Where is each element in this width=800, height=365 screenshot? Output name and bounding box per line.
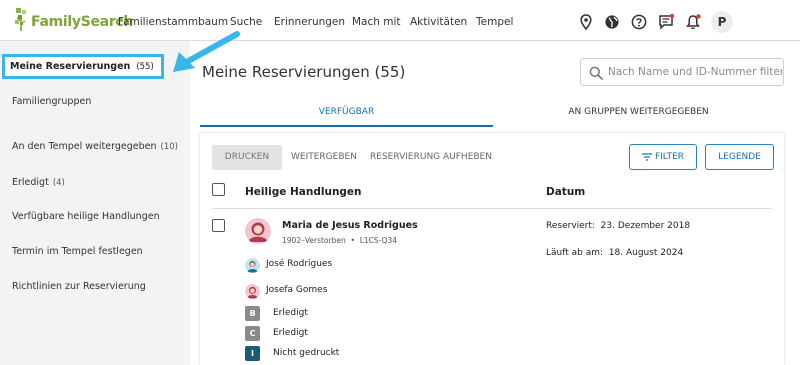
confirmation-badge: C xyxy=(245,326,260,341)
tab-an-gruppen-weitergegeben[interactable]: AN GRUPPEN WEITERGEGEBEN xyxy=(493,100,784,127)
sidebar: Familiengruppen An den Tempel weitergege… xyxy=(0,41,190,365)
initiatory-badge: I xyxy=(245,346,260,361)
nav-item-familienstammbaum[interactable]: Familienstammbaum xyxy=(118,16,228,28)
expires-date-line: Läuft ab am: 18. August 2024 xyxy=(546,248,683,258)
sidebar-item-erledigt[interactable]: Erledigt (4) xyxy=(12,177,65,188)
sidebar-item-count: (4) xyxy=(52,178,65,188)
tab-verfuegbar[interactable]: VERFÜGBAR xyxy=(200,100,493,127)
confirmation-status[interactable]: Erledigt xyxy=(273,328,308,338)
sidebar-item-label: Richtlinien zur Reservierung xyxy=(12,281,146,292)
column-header-date: Datum xyxy=(546,186,586,198)
sidebar-item-label: Meine Reservierungen xyxy=(10,61,131,72)
globe-icon[interactable] xyxy=(604,14,620,30)
person-id[interactable]: L1CS-Q34 xyxy=(360,236,397,245)
search-input[interactable] xyxy=(608,63,782,81)
map-pin-icon[interactable] xyxy=(578,14,594,30)
messages-icon[interactable] xyxy=(658,14,674,30)
filter-icon xyxy=(641,152,652,161)
tab-bar: VERFÜGBAR AN GRUPPEN WEITERGEGEBEN xyxy=(200,100,784,128)
baptism-badge: B xyxy=(245,306,260,321)
reserved-date: 23. Dezember 2018 xyxy=(600,221,691,231)
unreserve-button[interactable]: RESERVIERUNG AUFHEBEN xyxy=(370,152,492,162)
select-all-checkbox[interactable] xyxy=(212,183,225,196)
help-icon[interactable] xyxy=(631,14,647,30)
filter-button[interactable]: FILTER xyxy=(629,144,697,170)
sidebar-item-label: Familiengruppen xyxy=(12,96,92,107)
sidebar-item-meine-reservierungen[interactable]: Meine Reservierungen (55) xyxy=(2,54,164,79)
person-lifespan: 1902–Verstorben xyxy=(282,236,346,245)
user-avatar[interactable]: P xyxy=(711,11,733,33)
sidebar-item-label: Termin im Tempel festlegen xyxy=(12,246,143,257)
father-name[interactable]: José Rodrigues xyxy=(266,259,332,269)
expires-label: Läuft ab am: xyxy=(546,248,604,258)
sidebar-item-count: (10) xyxy=(160,142,178,152)
sidebar-item-label: An den Tempel weitergegeben xyxy=(12,141,157,152)
record-checkbox[interactable] xyxy=(212,219,225,232)
female-portrait-icon xyxy=(245,284,260,299)
female-portrait-icon xyxy=(245,218,271,244)
reserved-date-line: Reserviert: 23. Dezember 2018 xyxy=(546,221,690,231)
reservations-panel: DRUCKEN WEITERGEBEN RESERVIERUNG AUFHEBE… xyxy=(200,133,784,365)
header-divider xyxy=(212,208,772,209)
initiatory-status[interactable]: Nicht gedruckt xyxy=(273,348,339,358)
mother-name[interactable]: Josefa Gomes xyxy=(266,285,327,295)
sidebar-item-familiengruppen[interactable]: Familiengruppen xyxy=(12,96,91,107)
sidebar-item-verfuegbare-handlungen[interactable]: Verfügbare heilige Handlungen xyxy=(12,211,160,222)
person-name[interactable]: Maria de Jesus Rodrigues xyxy=(282,220,418,231)
sidebar-item-termin-im-tempel[interactable]: Termin im Tempel festlegen xyxy=(12,246,143,257)
sidebar-item-label: Erledigt xyxy=(12,177,49,188)
print-button[interactable]: DRUCKEN xyxy=(212,145,282,170)
search-box[interactable] xyxy=(580,58,784,86)
male-portrait-icon xyxy=(245,258,260,273)
sidebar-item-count: (55) xyxy=(136,62,154,72)
person-meta: 1902–Verstorben • L1CS-Q34 xyxy=(282,236,398,245)
sidebar-item-label: Verfügbare heilige Handlungen xyxy=(12,211,160,222)
nav-item-aktivitaeten[interactable]: Aktivitäten xyxy=(410,16,467,28)
reserved-label: Reserviert: xyxy=(546,221,595,231)
nav-item-suche[interactable]: Suche xyxy=(230,16,262,28)
top-navigation-bar: FamilySearch Familienstammbaum Suche Eri… xyxy=(0,0,800,41)
search-icon xyxy=(589,66,603,80)
sidebar-item-an-den-tempel[interactable]: An den Tempel weitergegeben (10) xyxy=(12,141,178,152)
sidebar-item-richtlinien[interactable]: Richtlinien zur Reservierung xyxy=(12,281,146,292)
notifications-icon[interactable] xyxy=(685,14,701,30)
family-tree-logo-icon xyxy=(15,8,26,31)
filter-button-label: FILTER xyxy=(654,152,685,162)
nav-item-erinnerungen[interactable]: Erinnerungen xyxy=(274,16,345,28)
nav-item-tempel[interactable]: Tempel xyxy=(476,16,513,28)
column-header-ordinances: Heilige Handlungen xyxy=(245,186,362,198)
legend-button[interactable]: LEGENDE xyxy=(705,144,774,170)
baptism-status[interactable]: Erledigt xyxy=(273,308,308,318)
nav-item-mach-mit[interactable]: Mach mit xyxy=(352,16,401,28)
page-title: Meine Reservierungen (55) xyxy=(202,63,406,81)
share-button[interactable]: WEITERGEBEN xyxy=(291,152,357,162)
expires-date: 18. August 2024 xyxy=(608,248,684,258)
